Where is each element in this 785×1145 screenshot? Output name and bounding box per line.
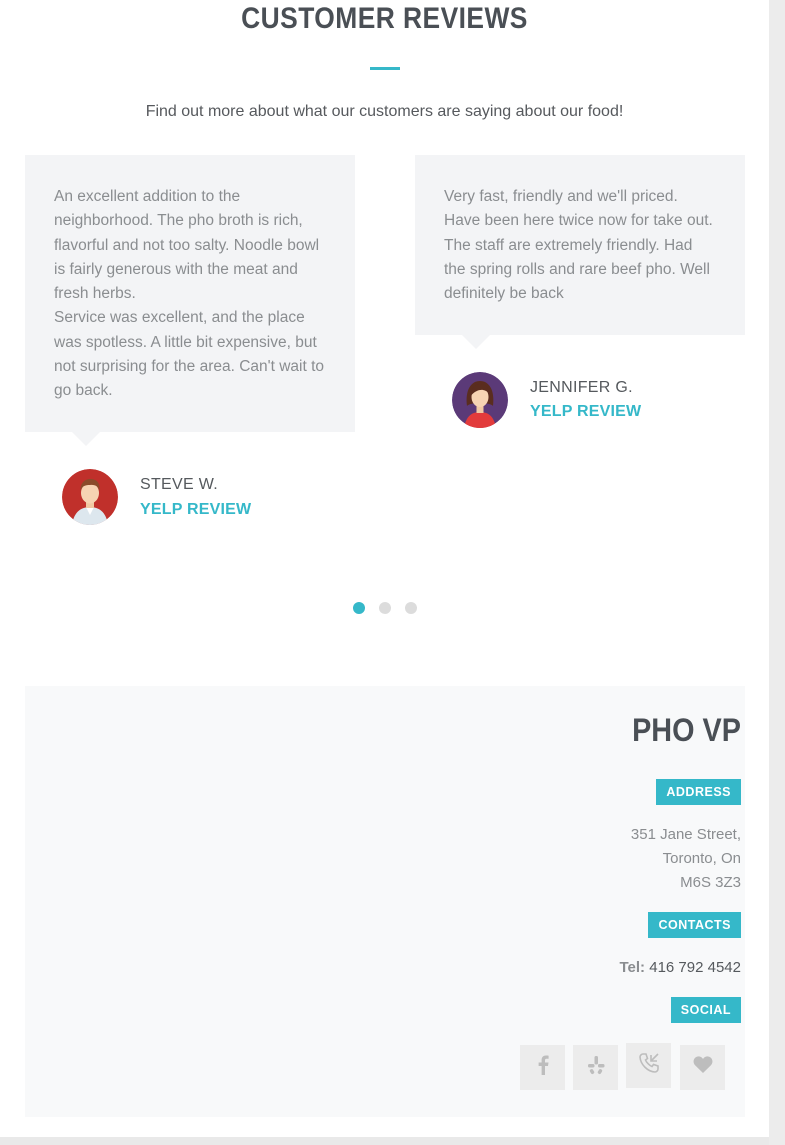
- favorite-button[interactable]: [680, 1045, 725, 1090]
- footer-strip: [0, 1137, 769, 1145]
- reviewer-name: JENNIFER G.: [530, 379, 633, 396]
- review-text: An excellent addition to the neighborhoo…: [54, 188, 320, 303]
- section-subtitle: Find out more about what our customers a…: [145, 103, 624, 120]
- phone-call-icon: [638, 1052, 660, 1079]
- yelp-button[interactable]: [573, 1045, 618, 1090]
- carousel-dot-2[interactable]: [379, 602, 391, 614]
- carousel-dot-3[interactable]: [405, 602, 417, 614]
- review-card: Very fast, friendly and we'll priced. Ha…: [415, 155, 745, 349]
- heart-icon: [693, 1056, 713, 1079]
- social-label: SOCIAL: [670, 997, 741, 1023]
- facebook-icon: [536, 1055, 550, 1080]
- male-avatar-icon: [62, 469, 118, 525]
- card-pointer: [72, 432, 100, 446]
- facebook-button[interactable]: [520, 1045, 565, 1090]
- address-label: ADDRESS: [656, 779, 741, 805]
- address-line: 351 Jane Street,: [630, 826, 741, 843]
- review-text: Service was excellent, and the place was…: [54, 309, 325, 400]
- carousel-dot-1[interactable]: [353, 602, 365, 614]
- review-source-link[interactable]: YELP REVIEW: [530, 403, 641, 421]
- telephone[interactable]: Tel: 416 792 4542: [620, 959, 742, 976]
- business-name: PHO VP: [632, 712, 741, 748]
- tel-label: Tel:: [619, 959, 646, 976]
- reviewer-name: STEVE W.: [140, 476, 218, 493]
- review-text: Very fast, friendly and we'll priced. Ha…: [444, 188, 713, 303]
- yelp-icon: [587, 1055, 605, 1080]
- title-divider: [370, 67, 400, 70]
- section-title: CUSTOMER REVIEWS: [241, 2, 528, 35]
- scrollbar-track[interactable]: [769, 0, 785, 1145]
- phone-call-button[interactable]: [626, 1043, 671, 1088]
- female-avatar-icon: [452, 372, 508, 428]
- address-line: Toronto, On: [662, 850, 741, 867]
- address-line: M6S 3Z3: [680, 874, 741, 891]
- tel-value[interactable]: 416 792 4542: [649, 959, 741, 976]
- card-pointer: [462, 335, 490, 349]
- review-card: An excellent addition to the neighborhoo…: [25, 155, 355, 446]
- review-source-link[interactable]: YELP REVIEW: [140, 501, 251, 519]
- contacts-label: CONTACTS: [648, 912, 741, 938]
